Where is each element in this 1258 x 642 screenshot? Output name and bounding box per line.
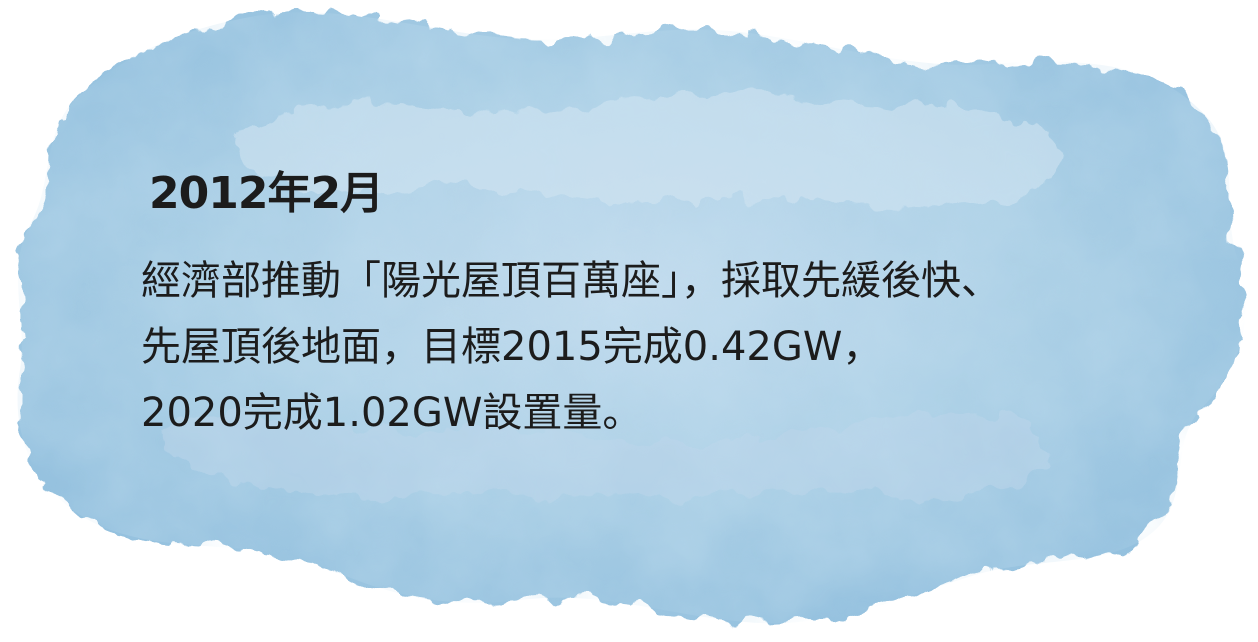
infographic-card: 2012年2月 經濟部推動「陽光屋頂百萬座」，採取先緩後快、 先屋頂後地面，目標…: [0, 0, 1258, 642]
text-block: 2012年2月 經濟部推動「陽光屋頂百萬座」，採取先緩後快、 先屋頂後地面，目標…: [141, 168, 1181, 446]
description-line: 先屋頂後地面，目標2015完成0.42GW，: [141, 324, 883, 371]
description-line: 2020完成1.02GW設置量。: [141, 390, 643, 437]
date-heading: 2012年2月: [149, 168, 384, 219]
description-line: 經濟部推動「陽光屋頂百萬座」，採取先緩後快、: [141, 258, 1001, 305]
description-paragraph: 經濟部推動「陽光屋頂百萬座」，採取先緩後快、 先屋頂後地面，目標2015完成0.…: [141, 248, 1181, 446]
